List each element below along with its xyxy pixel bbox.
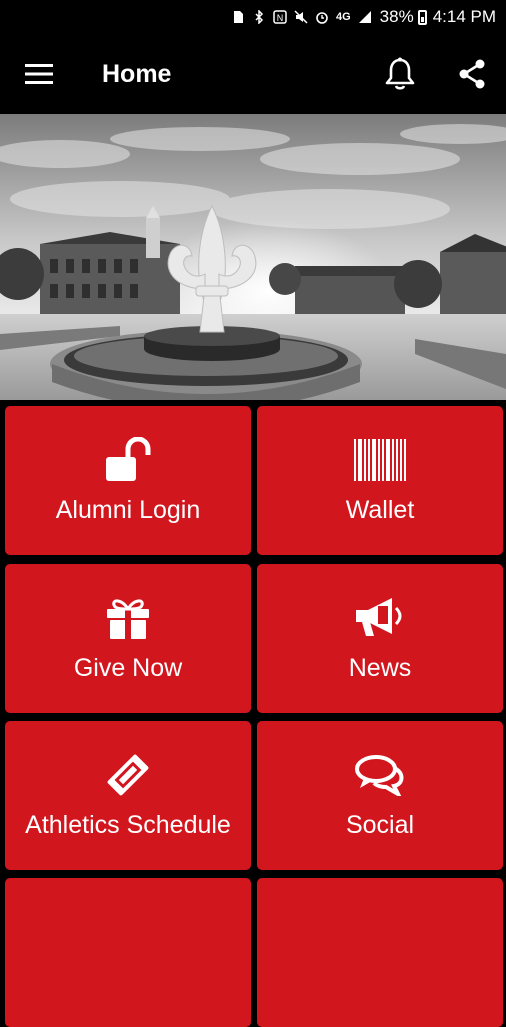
alumni-login-tile[interactable]: Alumni Login bbox=[5, 406, 251, 555]
share-button[interactable] bbox=[446, 44, 498, 104]
battery-percent: 38% bbox=[379, 7, 414, 26]
bell-icon bbox=[385, 57, 415, 90]
partial-tile-right[interactable] bbox=[257, 878, 503, 1027]
battery-icon bbox=[417, 9, 427, 25]
wallet-tile[interactable]: Wallet bbox=[257, 406, 503, 555]
tile-label: Alumni Login bbox=[55, 496, 201, 524]
clock: 4:14 PM bbox=[432, 7, 496, 26]
ticket-icon bbox=[104, 751, 152, 799]
hamburger-menu-icon bbox=[25, 64, 53, 84]
notifications-button[interactable] bbox=[374, 44, 426, 104]
menu-grid: Alumni Login Wallet Give Now News Athlet… bbox=[0, 400, 506, 1027]
status-bar: N 4G 38% 4:14 PM bbox=[0, 0, 506, 34]
network-type: 4G bbox=[335, 11, 351, 23]
barcode-icon bbox=[354, 436, 406, 484]
tile-label: Social bbox=[345, 811, 415, 839]
tile-label: Athletics Schedule bbox=[25, 811, 231, 839]
news-tile[interactable]: News bbox=[257, 564, 503, 713]
tile-label: Give Now bbox=[73, 654, 183, 682]
give-now-tile[interactable]: Give Now bbox=[5, 564, 251, 713]
gift-icon bbox=[106, 594, 150, 642]
alarm-icon bbox=[316, 12, 328, 24]
campus-fountain-photo bbox=[0, 114, 506, 400]
app-bar: Home bbox=[0, 34, 506, 114]
share-icon bbox=[459, 59, 485, 89]
hero-image bbox=[0, 114, 506, 400]
megaphone-icon bbox=[354, 594, 406, 642]
tile-label: News bbox=[348, 654, 412, 682]
bluetooth-icon bbox=[255, 10, 264, 24]
menu-button[interactable] bbox=[0, 34, 80, 114]
sd-card-icon bbox=[233, 11, 243, 23]
signal-icon bbox=[358, 11, 371, 23]
status-icons: N 4G bbox=[231, 10, 372, 24]
unlock-icon bbox=[104, 436, 152, 484]
partial-tile-left[interactable] bbox=[5, 878, 251, 1027]
tile-label: Wallet bbox=[345, 496, 415, 524]
athletics-schedule-tile[interactable]: Athletics Schedule bbox=[5, 721, 251, 870]
mute-icon bbox=[294, 10, 308, 24]
page-title: Home bbox=[102, 59, 172, 88]
svg-text:N: N bbox=[277, 13, 284, 23]
chat-bubbles-icon bbox=[354, 751, 406, 799]
social-tile[interactable]: Social bbox=[257, 721, 503, 870]
nfc-icon: N bbox=[273, 10, 287, 24]
